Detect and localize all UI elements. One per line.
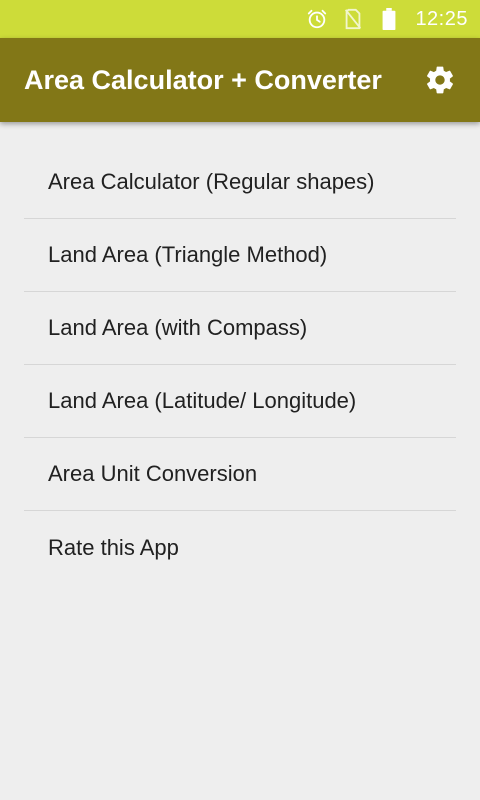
menu-item-lat-long[interactable]: Land Area (Latitude/ Longitude) — [24, 365, 456, 438]
menu-item-area-calculator[interactable]: Area Calculator (Regular shapes) — [24, 146, 456, 219]
app-title: Area Calculator + Converter — [24, 64, 382, 95]
menu-item-compass[interactable]: Land Area (with Compass) — [24, 292, 456, 365]
menu-item-label: Rate this App — [48, 534, 179, 560]
menu-list: Area Calculator (Regular shapes) Land Ar… — [24, 146, 456, 584]
gear-icon — [427, 66, 453, 94]
status-time: 12:25 — [415, 7, 468, 30]
alarm-icon — [305, 7, 329, 31]
battery-icon — [377, 7, 401, 31]
menu-item-label: Land Area (Latitude/ Longitude) — [48, 388, 357, 413]
menu-item-triangle-method[interactable]: Land Area (Triangle Method) — [24, 219, 456, 292]
menu-item-label: Land Area (Triangle Method) — [48, 242, 328, 267]
menu-item-label: Area Unit Conversion — [48, 461, 258, 486]
menu-item-label: Land Area (with Compass) — [48, 315, 308, 340]
app-bar: Area Calculator + Converter — [0, 38, 480, 122]
menu-item-label: Area Calculator (Regular shapes) — [48, 169, 375, 194]
status-bar: 12:25 — [0, 0, 480, 38]
no-sim-icon — [341, 7, 365, 31]
menu-item-rate-app[interactable]: Rate this App — [24, 511, 456, 584]
settings-button[interactable] — [420, 60, 460, 100]
menu-item-unit-conversion[interactable]: Area Unit Conversion — [24, 438, 456, 511]
